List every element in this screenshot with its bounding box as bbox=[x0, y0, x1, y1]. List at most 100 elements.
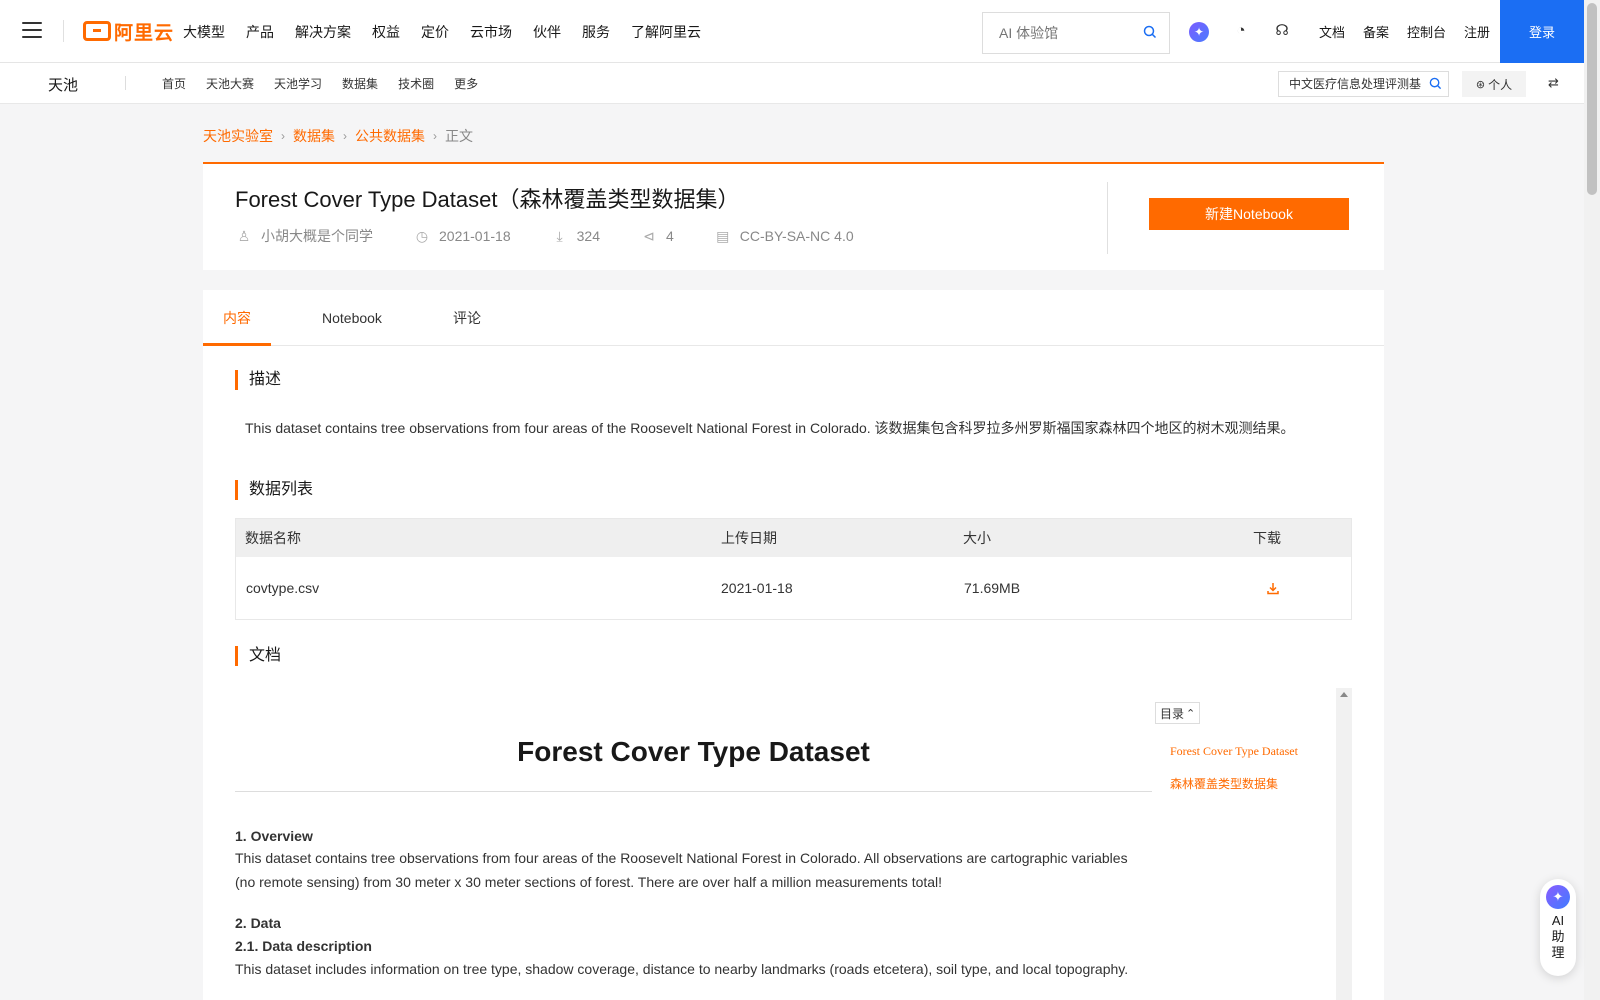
section-docs-title: 文档 bbox=[235, 646, 281, 666]
toc-item-en[interactable]: Forest Cover Type Dataset bbox=[1170, 744, 1298, 759]
subnav-search-value: 中文医疗信息处理评测基 bbox=[1289, 77, 1422, 91]
doc-scrollbar[interactable] bbox=[1336, 688, 1352, 1000]
page-title: Forest Cover Type Dataset（森林覆盖类型数据集） bbox=[235, 187, 740, 212]
breadcrumb-lab[interactable]: 天池实验室 bbox=[203, 126, 273, 146]
breadcrumb-public-datasets[interactable]: 公共数据集 bbox=[355, 126, 425, 146]
col-header-size: 大小 bbox=[963, 530, 991, 546]
subnav-item-datasets[interactable]: 数据集 bbox=[342, 75, 378, 92]
nav-item-benefits[interactable]: 权益 bbox=[372, 22, 400, 42]
aliyun-logo[interactable]: 阿里云 bbox=[83, 18, 174, 44]
nav-item-llm[interactable]: 大模型 bbox=[183, 22, 225, 42]
subnav-item-competitions[interactable]: 天池大赛 bbox=[206, 75, 254, 92]
table-row: covtype.csv 2021-01-18 71.69MB bbox=[236, 557, 1351, 619]
section-data-list-title: 数据列表 bbox=[235, 480, 313, 500]
subnav-item-home[interactable]: 首页 bbox=[162, 75, 186, 92]
search-icon[interactable] bbox=[1143, 25, 1157, 39]
nav-item-marketplace[interactable]: 云市场 bbox=[470, 22, 512, 42]
publish-date: 2021-01-18 bbox=[439, 228, 511, 244]
meta-author: ♙ 小胡大概是个同学 bbox=[235, 226, 373, 246]
meta-license: ▤ CC-BY-SA-NC 4.0 bbox=[714, 228, 854, 245]
col-header-name: 数据名称 bbox=[245, 530, 301, 546]
file-size: 71.69MB bbox=[964, 580, 1021, 596]
chevron-right-icon: › bbox=[281, 129, 285, 143]
subnav-links: 首页 天池大赛 天池学习 数据集 技术圈 更多 bbox=[162, 63, 498, 104]
user-icon: ♙ bbox=[237, 227, 251, 244]
tab-content[interactable]: 内容 bbox=[203, 290, 271, 346]
nav-item-about[interactable]: 了解阿里云 bbox=[631, 22, 701, 42]
subnav-item-learning[interactable]: 天池学习 bbox=[274, 75, 322, 92]
top-navbar: 阿里云 大模型 产品 解决方案 权益 定价 云市场 伙伴 服务 了解阿里云 ✦ … bbox=[0, 0, 1584, 63]
breadcrumb-current: 正文 bbox=[445, 128, 473, 144]
utility-links: 文档 备案 控制台 注册 bbox=[1319, 0, 1508, 63]
nav-divider bbox=[63, 20, 64, 42]
dataset-header-card: Forest Cover Type Dataset（森林覆盖类型数据集） ♙ 小… bbox=[203, 162, 1384, 270]
subnav-divider bbox=[125, 76, 126, 90]
nav-item-products[interactable]: 产品 bbox=[246, 22, 274, 42]
data-table: 数据名称 上传日期 大小 下载 covtype.csv 2021-01-18 7… bbox=[235, 518, 1352, 620]
chevron-right-icon: › bbox=[343, 129, 347, 143]
top-search-input[interactable] bbox=[999, 25, 1139, 41]
breadcrumb-datasets[interactable]: 数据集 bbox=[293, 126, 335, 146]
personal-label: 个人 bbox=[1488, 77, 1513, 92]
download-icon[interactable] bbox=[1266, 581, 1280, 595]
menu-icon[interactable] bbox=[22, 22, 42, 38]
breadcrumb: 天池实验室 › 数据集 › 公共数据集 › 正文 bbox=[203, 126, 473, 146]
toc-toggle-button[interactable]: 目录 ⌃ bbox=[1155, 702, 1201, 724]
download-button[interactable] bbox=[1266, 557, 1280, 619]
toc-item-zh[interactable]: 森林覆盖类型数据集 bbox=[1170, 775, 1278, 792]
scroll-up-arrow-icon[interactable] bbox=[1340, 692, 1348, 697]
doc-overview-heading: 1. Overview bbox=[235, 828, 313, 844]
nav-item-partners[interactable]: 伙伴 bbox=[533, 22, 561, 42]
doc-heading: Forest Cover Type Dataset bbox=[235, 736, 1152, 792]
register-link[interactable]: 注册 bbox=[1464, 22, 1490, 41]
tianchi-subnav: 天池 首页 天池大赛 天池学习 数据集 技术圈 更多 中文医疗信息处理评测基 ⊛… bbox=[0, 63, 1584, 104]
subnav-search-input[interactable]: 中文医疗信息处理评测基 bbox=[1278, 71, 1449, 97]
license-label: CC-BY-SA-NC 4.0 bbox=[739, 228, 854, 244]
doc-overview-text: This dataset contains tree observations … bbox=[235, 850, 1128, 890]
nav-item-solutions[interactable]: 解决方案 bbox=[295, 22, 351, 42]
content-card: 内容 Notebook 评论 描述 This dataset contains … bbox=[203, 290, 1384, 1000]
doc-data-heading: 2. Data bbox=[235, 915, 281, 931]
main-nav: 大模型 产品 解决方案 权益 定价 云市场 伙伴 服务 了解阿里云 bbox=[183, 0, 722, 63]
search-icon[interactable] bbox=[1429, 77, 1442, 90]
page-scrollbar[interactable] bbox=[1584, 0, 1600, 1000]
toc-label: 目录 bbox=[1160, 706, 1185, 721]
section-description-title: 描述 bbox=[235, 370, 281, 390]
login-button[interactable]: 登录 bbox=[1500, 0, 1584, 63]
download-icon: ⤓ bbox=[556, 227, 563, 244]
col-header-date: 上传日期 bbox=[721, 530, 777, 546]
tab-notebook[interactable]: Notebook bbox=[322, 290, 382, 346]
col-header-download: 下载 bbox=[1253, 530, 1281, 546]
subnav-item-tech-circle[interactable]: 技术圈 bbox=[398, 75, 434, 92]
table-header-row: 数据名称 上传日期 大小 下载 bbox=[236, 519, 1351, 557]
author-name[interactable]: 小胡大概是个同学 bbox=[261, 226, 373, 246]
subnav-item-more[interactable]: 更多 bbox=[454, 75, 478, 92]
download-count: 324 bbox=[576, 228, 600, 244]
tianchi-brand[interactable]: 天池 bbox=[48, 74, 78, 95]
document-viewer: Forest Cover Type Dataset 目录 ⌃ Forest Co… bbox=[235, 688, 1352, 1000]
dashboard-icon[interactable]: ◔ bbox=[1232, 22, 1250, 40]
ai-assistant-button[interactable]: ✦ AI助理 bbox=[1540, 879, 1576, 976]
scrollbar-thumb[interactable] bbox=[1587, 3, 1597, 195]
meta-shares: ⊲ 4 bbox=[640, 228, 674, 245]
docs-link[interactable]: 文档 bbox=[1319, 22, 1345, 41]
new-notebook-button[interactable]: 新建Notebook bbox=[1149, 198, 1349, 230]
ai-sparkle-icon[interactable]: ✦ bbox=[1189, 22, 1209, 42]
console-link[interactable]: 控制台 bbox=[1407, 22, 1446, 41]
nav-item-services[interactable]: 服务 bbox=[582, 22, 610, 42]
content-tabs: 内容 Notebook 评论 bbox=[203, 290, 1384, 346]
tab-comments[interactable]: 评论 bbox=[453, 290, 481, 346]
meta-date: ◷ 2021-01-18 bbox=[413, 228, 511, 245]
personal-button[interactable]: ⊛ 个人 bbox=[1462, 71, 1526, 97]
doc-data-desc-heading: 2.1. Data description bbox=[235, 938, 372, 954]
top-search-box[interactable] bbox=[982, 12, 1170, 54]
support-headset-icon[interactable]: ☊ bbox=[1273, 22, 1291, 40]
description-text: This dataset contains tree observations … bbox=[245, 420, 1295, 436]
logo-text: 阿里云 bbox=[114, 22, 175, 44]
filing-link[interactable]: 备案 bbox=[1363, 22, 1389, 41]
chevron-right-icon: › bbox=[433, 129, 437, 143]
ai-sparkle-icon: ✦ bbox=[1546, 885, 1570, 909]
logo-mark-icon bbox=[83, 21, 111, 41]
nav-item-pricing[interactable]: 定价 bbox=[421, 22, 449, 42]
switch-icon[interactable]: ⇄ bbox=[1548, 75, 1559, 91]
